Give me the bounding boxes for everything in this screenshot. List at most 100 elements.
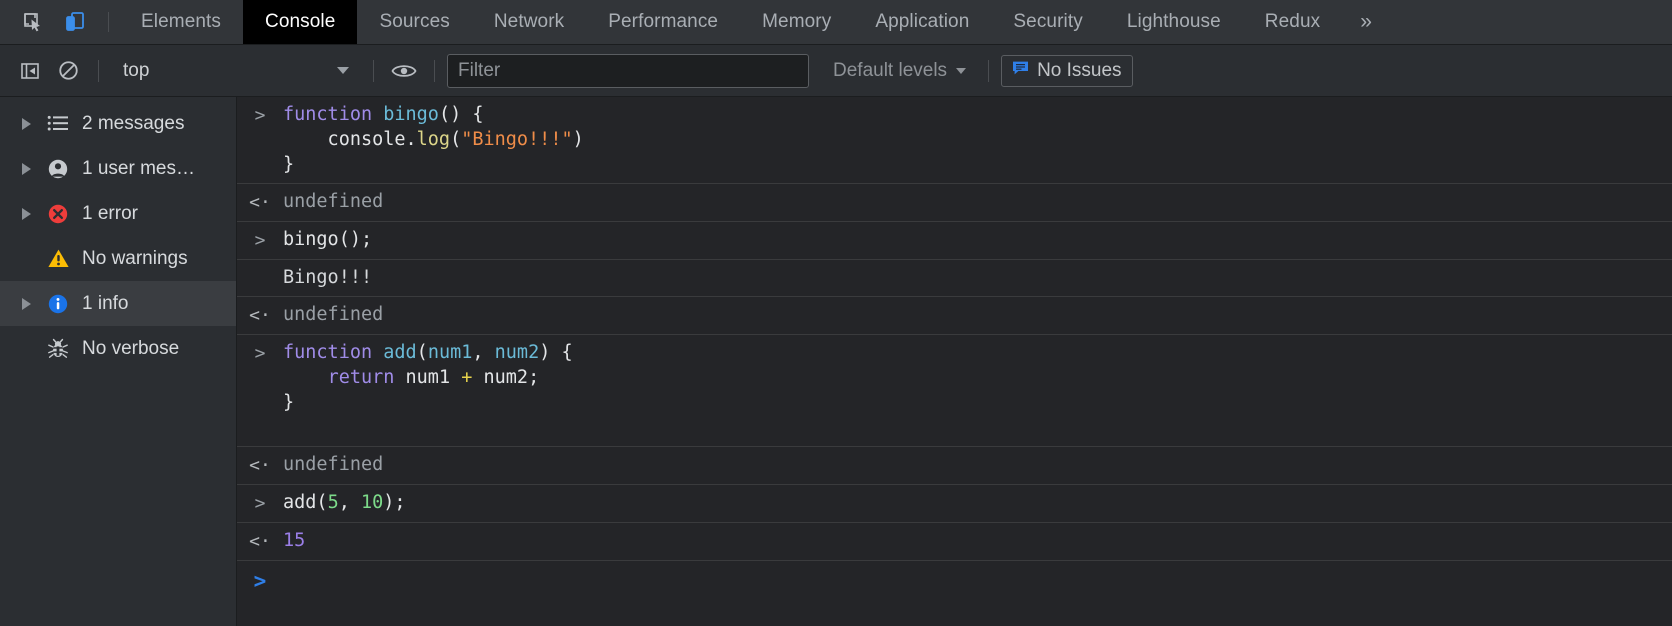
sidebar-item-errors[interactable]: 1 error	[0, 191, 236, 236]
sidebar-item-info-label: 1 info	[82, 292, 129, 314]
console-message-text: undefined	[283, 452, 395, 478]
sidebar-item-verbose-label: No verbose	[82, 337, 180, 359]
tab-memory[interactable]: Memory	[740, 0, 853, 44]
error-icon	[44, 203, 72, 225]
tab-application[interactable]: Application	[853, 0, 991, 44]
tab-sources[interactable]: Sources	[357, 0, 471, 44]
chevron-down-icon	[337, 67, 349, 74]
prompt-out-icon: <·	[249, 192, 271, 213]
bug-icon	[44, 338, 72, 360]
inspect-element-icon[interactable]	[14, 5, 52, 39]
warning-icon	[44, 248, 72, 269]
toolbar-divider-2	[373, 59, 374, 82]
sidebar-item-warnings-label: No warnings	[82, 247, 188, 269]
tab-sources-label: Sources	[379, 11, 450, 32]
tab-redux[interactable]: Redux	[1243, 0, 1342, 44]
prompt-in-icon: >	[254, 105, 266, 126]
log-gutter	[237, 265, 283, 290]
token-plain: num1	[405, 367, 462, 388]
console-toolbar: top Default levels	[0, 45, 1672, 97]
console-line: undefined	[283, 452, 383, 477]
prompt-out-icon: <·	[249, 531, 271, 552]
token-out: Bingo!!!	[283, 267, 373, 288]
sidebar-item-messages-label: 2 messages	[82, 112, 185, 134]
tab-network[interactable]: Network	[472, 0, 586, 44]
token-plain: bingo();	[283, 229, 373, 250]
tab-redux-label: Redux	[1264, 11, 1321, 32]
disclosure-triangle-icon[interactable]	[18, 162, 34, 175]
token-plain: }	[283, 154, 295, 175]
console-message-text: undefined	[283, 189, 395, 215]
prompt-in-icon: >	[254, 493, 266, 514]
device-toolbar-icon[interactable]	[56, 5, 94, 39]
sidebar-item-warnings[interactable]: No warnings	[0, 236, 236, 281]
more-tabs-label: »	[1360, 10, 1372, 33]
console-message-text: add(5, 10);	[283, 490, 418, 516]
disclosure-triangle-icon[interactable]	[18, 117, 34, 130]
panel-tabs: Elements Console Sources Network Perform…	[119, 0, 1672, 44]
console-line: function bingo() {	[283, 102, 584, 127]
token-undef: undefined	[283, 454, 384, 475]
token-plain: }	[283, 392, 295, 413]
clear-console-icon[interactable]	[50, 55, 86, 87]
filter-input[interactable]	[447, 53, 809, 88]
token-fn: bingo	[383, 104, 439, 125]
more-tabs-icon[interactable]: »	[1342, 0, 1390, 44]
console-message-prompt[interactable]: >	[237, 561, 1672, 601]
tab-network-label: Network	[493, 11, 565, 32]
token-plain: add(	[283, 492, 328, 513]
execution-context-select[interactable]: top	[111, 55, 361, 87]
prompt-in-icon: >	[254, 343, 266, 364]
create-live-expression-icon[interactable]	[386, 55, 422, 87]
tab-performance[interactable]: Performance	[586, 0, 740, 44]
token-op: +	[461, 367, 473, 388]
console-message-log: Bingo!!!	[237, 260, 1672, 297]
console-message-text: bingo();	[283, 227, 384, 253]
console-message-text: function add(num1, num2) { return num1 +…	[283, 340, 585, 440]
tab-elements-label: Elements	[141, 11, 222, 32]
list-icon	[44, 115, 72, 133]
sidebar-item-verbose[interactable]: No verbose	[0, 326, 236, 371]
console-message-text: function bingo() { console.log("Bingo!!!…	[283, 102, 596, 177]
token-undef: undefined	[283, 191, 384, 212]
execution-context-value: top	[123, 59, 150, 81]
info-icon	[44, 293, 72, 315]
prompt-in-icon: >	[254, 230, 266, 251]
issues-button[interactable]: No Issues	[1001, 54, 1133, 87]
tab-memory-label: Memory	[762, 11, 832, 32]
tab-security-label: Security	[1013, 11, 1083, 32]
toolbar-divider-1	[98, 59, 99, 82]
tab-elements[interactable]: Elements	[119, 0, 243, 44]
console-message-input: > function add(num1, num2) { return num1 …	[237, 335, 1672, 447]
devtools-window: Elements Console Sources Network Perform…	[0, 0, 1672, 626]
tab-console[interactable]: Console	[243, 0, 358, 44]
prompt-out-icon: <·	[249, 305, 271, 326]
console-line: console.log("Bingo!!!")	[283, 127, 584, 152]
sidebar-item-info[interactable]: 1 info	[0, 281, 236, 326]
console-message-list[interactable]: > function bingo() { console.log("Bingo!!…	[237, 97, 1672, 626]
sidebar-item-errors-label: 1 error	[82, 202, 138, 224]
tab-application-label: Application	[875, 11, 970, 32]
sidebar-item-user-messages[interactable]: 1 user mes…	[0, 146, 236, 191]
issues-message-icon	[1012, 60, 1029, 82]
toolbar-divider-4	[988, 59, 990, 82]
disclosure-triangle-icon[interactable]	[18, 297, 34, 310]
tabbar-divider	[108, 12, 109, 32]
log-levels-select[interactable]: Default levels	[823, 55, 976, 87]
disclosure-triangle-icon[interactable]	[18, 207, 34, 220]
token-res: 15	[283, 530, 306, 551]
token-plain: );	[383, 492, 406, 513]
tab-lighthouse-label: Lighthouse	[1126, 11, 1221, 32]
tab-lighthouse[interactable]: Lighthouse	[1105, 0, 1243, 44]
tabbar-tool-icons	[0, 0, 119, 44]
console-empty-space[interactable]	[237, 601, 1672, 626]
console-sidebar-toggle-icon[interactable]	[12, 55, 48, 87]
tab-security[interactable]: Security	[991, 0, 1104, 44]
sidebar-item-user-messages-label: 1 user mes…	[82, 157, 195, 179]
console-message-text: undefined	[283, 302, 395, 328]
token-prm: num2	[494, 342, 540, 363]
sidebar-item-messages[interactable]: 2 messages	[0, 101, 236, 146]
console-message-input: > bingo();	[237, 222, 1672, 260]
